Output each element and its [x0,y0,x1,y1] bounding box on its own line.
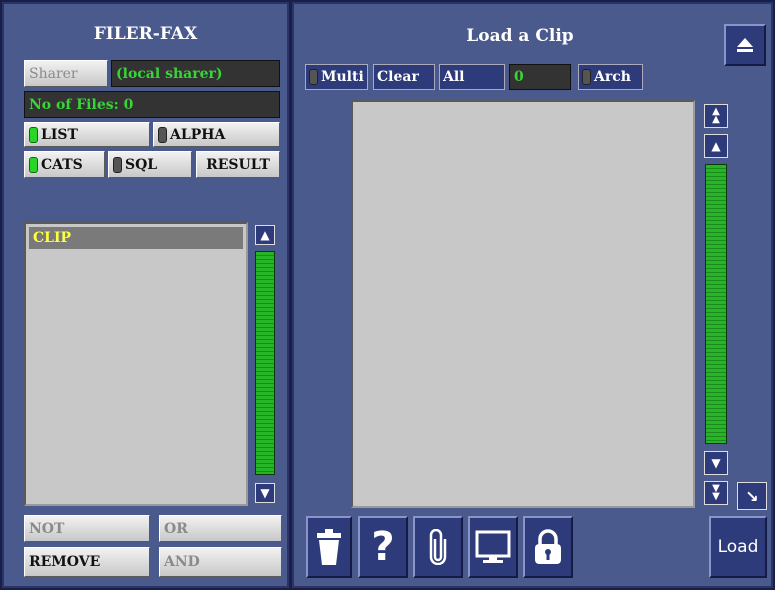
arch-led-indicator [582,69,591,85]
or-button[interactable]: OR [159,515,282,542]
list-scrollbar-track[interactable] [255,251,275,475]
eject-icon [737,38,753,52]
load-clip-panel: Load a Clip Multi Clear All 0 Arch ▲ ▲ ▲ … [292,2,773,588]
sharer-value-field[interactable]: (local sharer) [111,60,280,87]
delete-button[interactable] [306,516,352,578]
cats-button-label: CATS [41,156,83,173]
list-scroll-down-button[interactable]: ▼ [255,483,275,503]
not-button[interactable]: NOT [24,515,150,542]
arrow-down-right-icon: ↘ [745,486,759,506]
list-button[interactable]: LIST [24,122,150,147]
clear-button[interactable]: Clear [373,64,435,90]
clip-list[interactable] [351,100,695,508]
monitor-icon [475,530,511,563]
multi-button-label: Multi [321,69,364,85]
multi-button[interactable]: Multi [305,64,368,90]
filer-fax-panel: FILER-FAX Sharer (local sharer) No of Fi… [2,2,289,588]
list-item-label: CLIP [33,230,72,246]
scroll-top-button[interactable]: ▲ ▲ [704,104,728,128]
alpha-button-label: ALPHA [170,126,226,143]
arch-button[interactable]: Arch [578,64,643,90]
cats-button[interactable]: CATS [24,151,105,178]
clip-scrollbar-track[interactable] [705,164,727,444]
panel-title: FILER-FAX [93,24,198,44]
paperclip-icon [429,529,447,565]
arrow-down-icon: ▼ [711,456,721,470]
trash-icon [317,529,341,565]
question-mark-icon: ? [371,524,395,570]
cats-led-indicator [29,156,38,173]
double-arrow-up-icon: ▲ ▲ [712,106,720,125]
sql-button[interactable]: SQL [108,151,192,178]
panel-title: Load a Clip [466,26,574,46]
eject-button[interactable] [724,24,766,66]
arch-button-label: Arch [594,69,631,85]
list-led-indicator [29,126,38,143]
monitor-button[interactable] [468,516,518,578]
list-item[interactable]: CLIP [29,227,243,249]
and-button[interactable]: AND [159,547,282,577]
arrow-up-icon: ▲ [711,139,721,153]
scroll-bottom-button[interactable]: ▼ ▼ [704,481,728,505]
result-button[interactable]: RESULT [196,151,280,178]
sql-led-indicator [113,156,122,173]
list-button-label: LIST [41,126,78,143]
double-arrow-down-icon: ▼ ▼ [712,483,720,502]
remove-button[interactable]: REMOVE [24,547,150,577]
sql-button-label: SQL [125,156,158,173]
lock-icon [535,529,561,564]
selection-count-display: 0 [509,64,571,90]
load-button[interactable]: Load [709,516,767,578]
arrow-up-icon: ▲ [260,228,270,242]
scroll-up-button[interactable]: ▲ [704,134,728,158]
attach-button[interactable] [413,516,463,578]
scroll-down-button[interactable]: ▼ [704,451,728,475]
help-button[interactable]: ? [358,516,408,578]
multi-led-indicator [309,69,318,85]
alpha-button[interactable]: ALPHA [153,122,280,147]
sharer-button[interactable]: Sharer [24,60,108,87]
files-count-display: No of Files: 0 [24,91,280,118]
resize-corner-button[interactable]: ↘ [737,482,767,510]
arrow-down-icon: ▼ [260,486,270,500]
category-list[interactable]: CLIP [24,222,248,506]
list-scroll-up-button[interactable]: ▲ [255,225,275,245]
alpha-led-indicator [158,126,167,143]
lock-button[interactable] [523,516,573,578]
all-button[interactable]: All [439,64,505,90]
load-button-label: Load [717,537,759,557]
